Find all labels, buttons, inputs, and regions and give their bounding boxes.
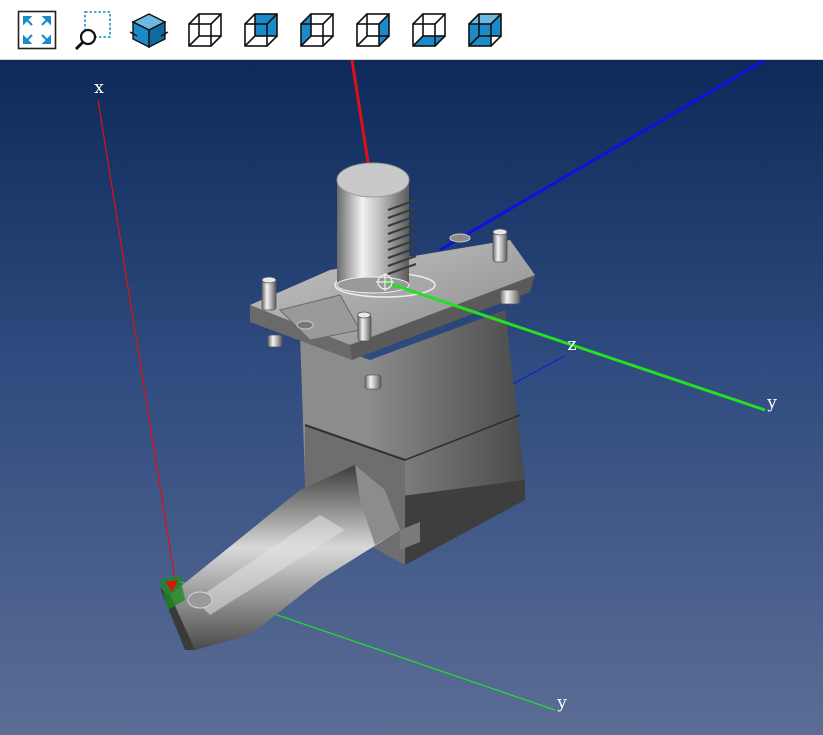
axis-label-local-y: y [766,393,777,413]
view-iso-button[interactable] [129,10,169,50]
view-bottom-button[interactable] [409,10,449,50]
cube-right-icon [356,13,390,47]
zoom-window-button[interactable] [73,10,113,50]
axis-label-y: y [556,693,567,713]
3d-viewport[interactable]: x y z y [0,60,823,735]
cube-left-icon [300,13,334,47]
isometric-cube-icon [129,13,169,49]
view-left-button[interactable] [297,10,337,50]
view-front-button[interactable] [185,10,225,50]
cube-front-icon [188,13,222,47]
view-right-button[interactable] [353,10,393,50]
cube-top-icon [468,13,502,47]
scene-canvas[interactable]: x y z y [0,60,823,735]
local-x-axis [350,60,372,176]
cube-back-icon [244,13,278,47]
view-toolbar [0,0,823,60]
zoom-window-icon [74,11,111,50]
local-z-axis [439,60,766,252]
local-z-axis-tail [504,355,566,389]
global-x-axis [97,99,176,581]
tool-holder-model[interactable] [160,162,535,650]
cube-bottom-icon [412,13,446,47]
fit-all-button[interactable] [17,10,57,50]
axis-label-x: x [94,78,104,98]
cad-viewer: x y z y [0,0,823,735]
view-top-button[interactable] [465,10,505,50]
view-back-button[interactable] [241,10,281,50]
fit-all-icon [17,10,57,50]
axis-label-z: z [568,335,577,355]
